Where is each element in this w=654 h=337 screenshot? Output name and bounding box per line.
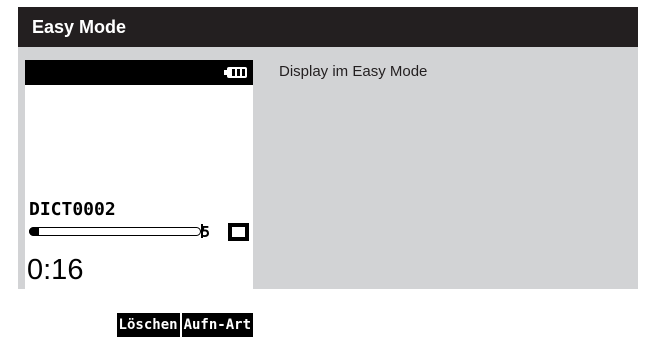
progress-fill — [29, 227, 39, 236]
progress-track — [29, 227, 201, 236]
battery-full-icon — [224, 67, 247, 78]
recording-filename: DICT0002 — [29, 199, 116, 220]
elapsed-time: 0:16 — [27, 254, 84, 286]
playback-progress-bar — [29, 224, 207, 239]
stop-icon — [228, 223, 249, 241]
section-header: Easy Mode — [18, 7, 638, 47]
device-display: DICT0002 5 0:16 Löschen Aufn-Art — [25, 60, 253, 337]
display-status-bar — [25, 60, 253, 85]
softkey-aufn-art[interactable]: Aufn-Art — [181, 313, 253, 337]
softkey-bar: Löschen Aufn-Art — [116, 313, 253, 337]
display-description: Display im Easy Mode — [279, 63, 428, 80]
file-index: 5 — [201, 223, 211, 241]
easy-mode-panel: Easy Mode DICT0002 5 0:16 Löschen Aufn-A… — [18, 7, 638, 337]
softkey-loeschen[interactable]: Löschen — [116, 313, 180, 337]
